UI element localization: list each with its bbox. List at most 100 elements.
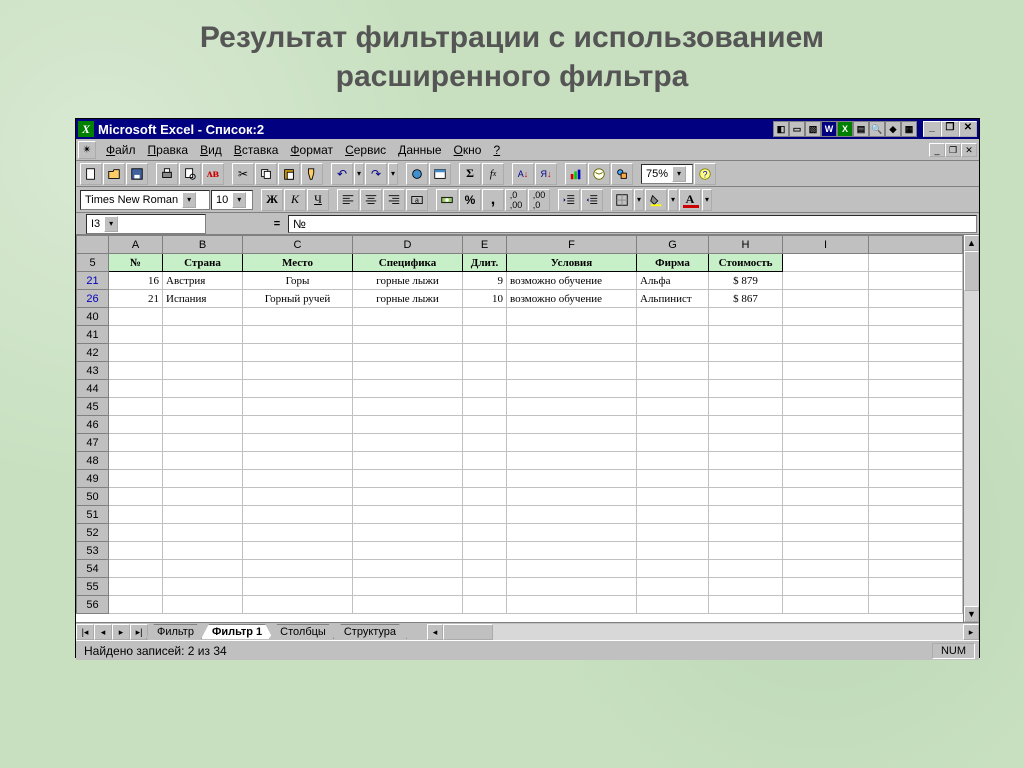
cell[interactable]: Альпинист xyxy=(637,290,709,308)
row-header[interactable]: 26 xyxy=(77,290,109,308)
cell[interactable] xyxy=(869,416,963,434)
chart-wizard-icon[interactable] xyxy=(565,163,587,185)
cell[interactable] xyxy=(709,452,783,470)
column-header-E[interactable]: E xyxy=(463,236,507,254)
cell[interactable] xyxy=(109,470,163,488)
cell[interactable] xyxy=(783,560,869,578)
cell[interactable] xyxy=(783,488,869,506)
row-header[interactable]: 48 xyxy=(77,452,109,470)
cell[interactable] xyxy=(109,308,163,326)
scroll-track[interactable] xyxy=(443,624,963,640)
chevron-down-icon[interactable]: ▾ xyxy=(182,192,196,208)
cell[interactable] xyxy=(637,452,709,470)
cell[interactable] xyxy=(507,344,637,362)
tray-icon[interactable]: ▭ xyxy=(789,121,805,137)
save-icon[interactable] xyxy=(126,163,148,185)
cell[interactable] xyxy=(869,308,963,326)
cell[interactable] xyxy=(709,308,783,326)
cell[interactable] xyxy=(463,452,507,470)
zoom-combo[interactable]: 75% ▾ xyxy=(641,164,693,184)
decrease-indent-icon[interactable] xyxy=(558,189,580,211)
cell[interactable] xyxy=(637,344,709,362)
cell[interactable] xyxy=(507,398,637,416)
sheet-tab[interactable]: Структура xyxy=(333,624,407,639)
cell[interactable] xyxy=(507,542,637,560)
cell[interactable] xyxy=(783,578,869,596)
cell[interactable] xyxy=(783,506,869,524)
cell[interactable]: 9 xyxy=(463,272,507,290)
cell[interactable] xyxy=(637,416,709,434)
cell[interactable] xyxy=(163,308,243,326)
cell[interactable] xyxy=(463,380,507,398)
cell[interactable] xyxy=(637,596,709,614)
cell[interactable] xyxy=(783,452,869,470)
currency-icon[interactable] xyxy=(436,189,458,211)
cell[interactable] xyxy=(869,434,963,452)
cell[interactable] xyxy=(163,578,243,596)
cell[interactable] xyxy=(353,596,463,614)
tray-excel-icon[interactable]: X xyxy=(837,121,853,137)
cell[interactable] xyxy=(109,596,163,614)
cell[interactable] xyxy=(709,416,783,434)
column-header-B[interactable]: B xyxy=(163,236,243,254)
tray-icon[interactable]: ▦ xyxy=(901,121,917,137)
horizontal-scrollbar[interactable]: ◂ ▸ xyxy=(427,624,979,640)
vertical-scrollbar[interactable]: ▲ ▼ xyxy=(963,235,979,622)
cell[interactable] xyxy=(783,470,869,488)
cell[interactable] xyxy=(353,416,463,434)
row-header[interactable]: 52 xyxy=(77,524,109,542)
scroll-thumb[interactable] xyxy=(443,624,493,640)
cell[interactable] xyxy=(869,596,963,614)
underline-button[interactable]: Ч xyxy=(307,189,329,211)
cell[interactable] xyxy=(637,380,709,398)
tray-icon[interactable]: ◆ xyxy=(885,121,901,137)
print-icon[interactable] xyxy=(156,163,178,185)
cell[interactable] xyxy=(243,596,353,614)
cell[interactable] xyxy=(353,344,463,362)
row-header[interactable]: 55 xyxy=(77,578,109,596)
cell[interactable] xyxy=(163,452,243,470)
cell[interactable]: горные лыжи xyxy=(353,290,463,308)
row-header[interactable]: 40 xyxy=(77,308,109,326)
cell[interactable] xyxy=(353,308,463,326)
cell[interactable] xyxy=(869,506,963,524)
doc-minimize-button[interactable]: _ xyxy=(929,143,945,157)
sheet-tab[interactable]: Фильтр 1 xyxy=(201,624,273,639)
cell[interactable] xyxy=(243,524,353,542)
select-all-corner[interactable] xyxy=(77,236,109,254)
sort-asc-icon[interactable]: А↓ xyxy=(512,163,534,185)
cell[interactable] xyxy=(783,326,869,344)
cell[interactable] xyxy=(109,488,163,506)
menu-?[interactable]: ? xyxy=(487,141,506,159)
cell[interactable] xyxy=(869,578,963,596)
align-left-icon[interactable] xyxy=(337,189,359,211)
tab-nav-prev-icon[interactable]: ◂ xyxy=(94,624,112,640)
table-header-cell[interactable]: Место xyxy=(243,254,353,272)
chevron-down-icon[interactable]: ▾ xyxy=(672,166,686,182)
cell[interactable] xyxy=(783,416,869,434)
column-header-C[interactable]: C xyxy=(243,236,353,254)
menu-сервис[interactable]: Сервис xyxy=(339,141,392,159)
cell[interactable] xyxy=(243,434,353,452)
borders-icon[interactable] xyxy=(611,189,633,211)
cell[interactable] xyxy=(709,506,783,524)
cell[interactable] xyxy=(109,560,163,578)
cell[interactable]: 21 xyxy=(109,290,163,308)
cell[interactable] xyxy=(243,452,353,470)
cell[interactable] xyxy=(637,578,709,596)
doc-close-button[interactable]: ✕ xyxy=(961,143,977,157)
cell[interactable] xyxy=(637,488,709,506)
cell[interactable] xyxy=(507,506,637,524)
cell[interactable] xyxy=(637,434,709,452)
row-header[interactable]: 41 xyxy=(77,326,109,344)
menu-окно[interactable]: Окно xyxy=(448,141,488,159)
sheet-tab[interactable]: Столбцы xyxy=(269,624,337,639)
redo-icon[interactable]: ↷ xyxy=(365,163,387,185)
cell[interactable] xyxy=(869,452,963,470)
autosum-icon[interactable]: Σ xyxy=(459,163,481,185)
cell[interactable] xyxy=(109,506,163,524)
cell[interactable] xyxy=(637,308,709,326)
scroll-right-icon[interactable]: ▸ xyxy=(963,624,979,640)
cell[interactable] xyxy=(637,524,709,542)
row-header[interactable]: 44 xyxy=(77,380,109,398)
